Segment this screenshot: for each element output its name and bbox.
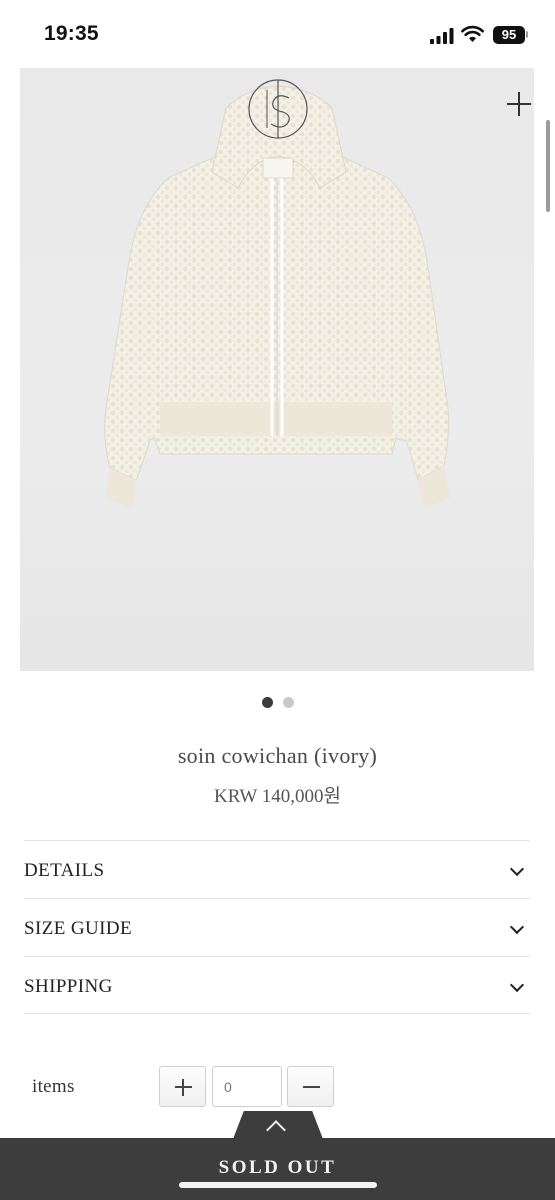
status-bar: 19:35 95 <box>0 0 555 66</box>
chevron-down-icon <box>509 919 525 935</box>
wifi-icon <box>461 25 484 42</box>
scrollbar[interactable] <box>546 120 550 212</box>
carousel-dot-1[interactable] <box>261 697 273 708</box>
battery-icon: 95 <box>493 26 525 44</box>
signal-icon <box>430 28 454 44</box>
accordion-size-guide[interactable]: SIZE GUIDE <box>24 898 530 956</box>
accordion-shipping[interactable]: SHIPPING <box>24 956 530 1014</box>
product-accordion: DETAILS SIZE GUIDE SHIPPING <box>24 840 530 1014</box>
quantity-increase-button[interactable] <box>159 1066 206 1107</box>
cardigan-photo <box>104 85 450 508</box>
accordion-details[interactable]: DETAILS <box>24 840 530 898</box>
carousel-dots <box>0 695 555 708</box>
accordion-label: SHIPPING <box>24 976 113 997</box>
items-label: items <box>32 1076 75 1097</box>
carousel-dot-2[interactable] <box>282 697 294 708</box>
brand-logo <box>248 79 308 139</box>
sold-out-button[interactable]: SOLD OUT <box>0 1157 555 1179</box>
chevron-down-icon <box>509 977 525 993</box>
accordion-label: DETAILS <box>24 860 105 881</box>
quantity-input[interactable] <box>212 1066 282 1107</box>
home-indicator <box>179 1182 377 1188</box>
add-icon[interactable] <box>506 91 532 117</box>
product-image[interactable] <box>20 68 534 671</box>
product-price: KRW 140,000원 <box>214 786 341 807</box>
quantity-decrease-button[interactable] <box>287 1066 334 1107</box>
chevron-down-icon <box>509 861 525 877</box>
battery-cap <box>526 31 528 38</box>
accordion-label: SIZE GUIDE <box>24 918 132 939</box>
status-time: 19:35 <box>44 22 99 45</box>
product-name: soin cowichan (ivory) <box>177 743 378 768</box>
